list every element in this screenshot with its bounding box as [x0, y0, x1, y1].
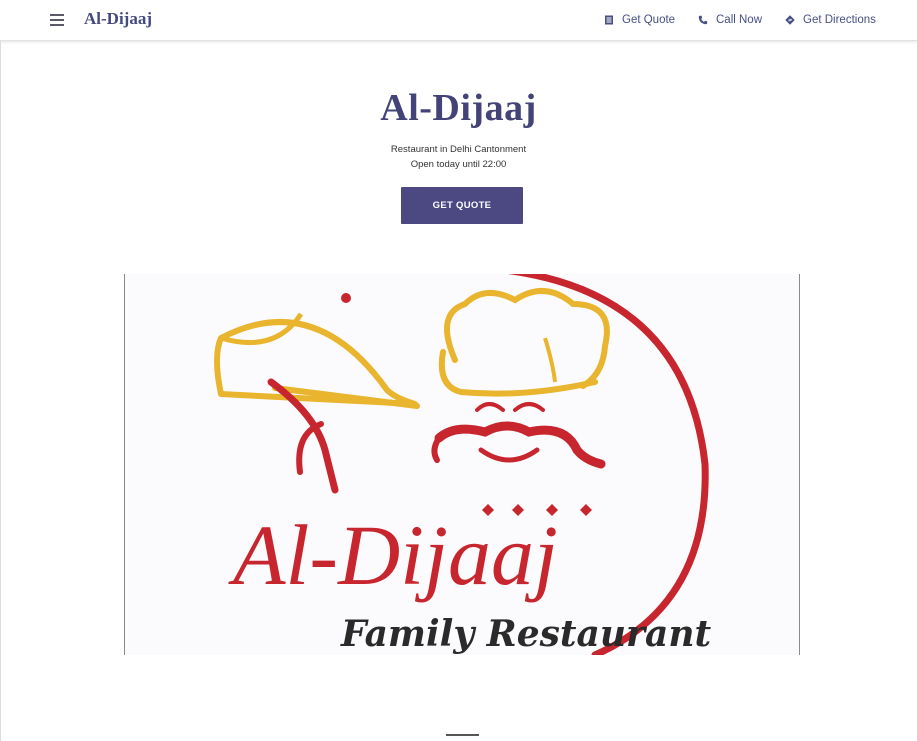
- top-app-bar: Al-Dijaaj Get Quote Call Now Get Directi…: [0, 0, 917, 41]
- logo-wordmark: Al-Dijaaj: [228, 507, 558, 603]
- nav-get-quote[interactable]: Get Quote: [604, 0, 675, 40]
- business-title: Al-Dijaaj: [380, 87, 537, 129]
- get-quote-button[interactable]: GET QUOTE: [401, 187, 523, 224]
- quote-document-icon: [605, 15, 613, 25]
- logo-tagline: Family Restaurant: [340, 613, 711, 655]
- nav-call-now-label: Call Now: [716, 14, 763, 26]
- brand-title[interactable]: Al-Dijaaj: [84, 9, 152, 29]
- restaurant-logo: Al-Dijaaj Family Restaurant: [214, 274, 711, 655]
- hamburger-menu-icon[interactable]: [50, 14, 64, 26]
- business-hours: Open today until 22:00: [410, 159, 507, 170]
- nav-get-directions[interactable]: Get Directions: [785, 0, 876, 40]
- restaurant-logo-image: Al-Dijaaj Family Restaurant: [124, 274, 800, 655]
- nav-get-quote-label: Get Quote: [622, 14, 676, 26]
- nav-get-directions-label: Get Directions: [803, 14, 876, 26]
- nav-call-now[interactable]: Call Now: [698, 0, 762, 40]
- directions-icon: [785, 15, 795, 25]
- phone-icon: [698, 15, 708, 25]
- section-divider: [446, 734, 479, 736]
- chef-hat-icon: [444, 287, 610, 389]
- business-category: Restaurant in Delhi Cantonment: [390, 144, 527, 155]
